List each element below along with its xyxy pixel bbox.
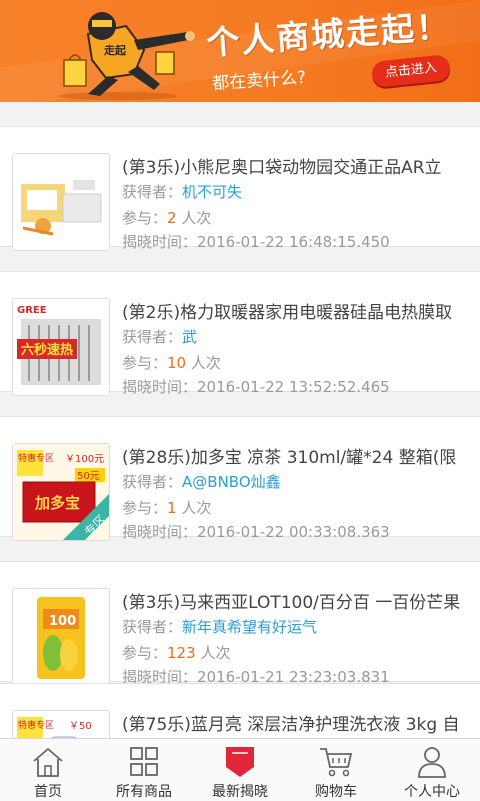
banner-subtitle: 都在卖什么? bbox=[211, 67, 307, 95]
list-item[interactable]: GREE 六秒速热 (第2乐)格力取暖器家用电暖器硅晶电热膜取 获得者：武 参与… bbox=[0, 271, 480, 396]
times-unit: 人次 bbox=[181, 499, 212, 517]
thumb-price: ￥100元 bbox=[65, 454, 104, 465]
winner-name[interactable]: 机不可失 bbox=[182, 183, 242, 201]
participants-row: 参与：2 人次 bbox=[122, 207, 211, 228]
winner-label: 获得者： bbox=[122, 328, 183, 346]
nav-cart-label: 购物车 bbox=[315, 784, 357, 800]
item-title: (第3乐)小熊尼奥口袋动物园交通正品AR立 bbox=[122, 158, 442, 178]
winner-name[interactable]: 新年真希望有好运气 bbox=[182, 618, 317, 636]
times-unit: 人次 bbox=[181, 209, 212, 227]
reveal-time: 2016-01-22 00:33:08.363 bbox=[197, 523, 390, 541]
list-item[interactable]: 100 (第3乐)马来西亚LOT100/百分百 一百份芒果 获得者：新年真希望有… bbox=[0, 561, 480, 686]
reveal-time-row: 揭晓时间：2016-01-22 13:52:52.465 bbox=[122, 376, 390, 397]
winner-row: 获得者：新年真希望有好运气 bbox=[122, 616, 317, 637]
participants-row: 参与：10 人次 bbox=[122, 352, 221, 373]
thumb-price: ￥50 bbox=[69, 721, 92, 732]
pennant-icon bbox=[226, 747, 254, 777]
nav-latest-reveal-label: 最新揭晓 bbox=[212, 784, 268, 800]
nav-profile-label: 个人中心 bbox=[404, 784, 460, 800]
winner-row: 获得者：武 bbox=[122, 326, 197, 347]
reveal-time-label: 揭晓时间： bbox=[122, 233, 198, 251]
times-unit: 人次 bbox=[190, 354, 221, 372]
participants-count: 2 bbox=[167, 209, 177, 227]
banner-cta-button[interactable]: 点击进入 bbox=[370, 53, 452, 89]
promo-banner[interactable]: 走起 个人商城走起！ 都在卖什么? 点击进入 bbox=[0, 0, 480, 102]
winner-label: 获得者： bbox=[122, 473, 183, 491]
tea-box-icon: 特惠专区 ￥100元 50元 加多宝 专区 bbox=[12, 443, 110, 541]
thumb-price2: 50元 bbox=[77, 471, 100, 482]
toy-box-icon bbox=[12, 153, 110, 251]
participants-row: 参与：1 人次 bbox=[122, 497, 211, 518]
winner-name[interactable]: A@BNBO灿鑫 bbox=[182, 473, 281, 491]
item-title: (第3乐)马来西亚LOT100/百分百 一百份芒果 bbox=[122, 593, 461, 613]
reveal-time-row: 揭晓时间：2016-01-22 00:33:08.363 bbox=[122, 521, 390, 542]
thumb-brand: GREE bbox=[17, 305, 47, 316]
participants-row: 参与：123 人次 bbox=[122, 642, 230, 663]
nav-home[interactable]: 首页 bbox=[0, 739, 96, 801]
reveal-time: 2016-01-22 13:52:52.465 bbox=[197, 378, 390, 396]
winner-name[interactable]: 武 bbox=[182, 328, 197, 346]
nav-all-products-label: 所有商品 bbox=[116, 784, 172, 800]
nav-home-label: 首页 bbox=[34, 784, 62, 800]
reveal-time-label: 揭晓时间： bbox=[122, 378, 198, 396]
nav-cart[interactable]: 购物车 bbox=[288, 739, 384, 801]
home-icon bbox=[33, 747, 63, 777]
participants-count: 1 bbox=[167, 499, 177, 517]
grid-icon bbox=[130, 747, 158, 776]
reveal-time: 2016-01-22 16:48:15.450 bbox=[197, 233, 390, 251]
item-title: (第75乐)蓝月亮 深层洁净护理洗衣液 3kg 自 bbox=[122, 715, 460, 735]
thumb-badge: 特惠专区 bbox=[18, 719, 54, 731]
winner-label: 获得者： bbox=[122, 618, 183, 636]
mango-candy-icon: 100 bbox=[12, 588, 110, 686]
participants-label: 参与： bbox=[122, 644, 168, 662]
banner-headline: 个人商城走起！ bbox=[205, 6, 453, 63]
list-item[interactable]: 特惠专区 ￥100元 50元 加多宝 专区 (第28乐)加多宝 凉茶 310ml… bbox=[0, 416, 480, 541]
bag-label: 走起 bbox=[103, 43, 127, 57]
participants-label: 参与： bbox=[122, 354, 168, 372]
banner-mascot-icon: 走起 bbox=[58, 12, 195, 100]
heater-icon: GREE 六秒速热 bbox=[12, 298, 110, 396]
item-title: (第28乐)加多宝 凉茶 310ml/罐*24 整箱(限 bbox=[122, 448, 457, 468]
item-title: (第2乐)格力取暖器家用电暖器硅晶电热膜取 bbox=[122, 303, 453, 323]
thumb-brand: 100 bbox=[49, 614, 76, 629]
winner-row: 获得者：A@BNBO灿鑫 bbox=[122, 471, 281, 492]
reveal-time-label: 揭晓时间： bbox=[122, 523, 198, 541]
participants-count: 10 bbox=[167, 354, 187, 372]
thumb-badge: 特惠专区 bbox=[18, 452, 54, 464]
thumb-brand: 加多宝 bbox=[34, 494, 80, 512]
detergent-icon: 特惠专区 ￥50 bbox=[12, 710, 110, 738]
list-item[interactable]: 特惠专区 ￥50 (第75乐)蓝月亮 深层洁净护理洗衣液 3kg 自 获得者： bbox=[0, 683, 480, 738]
winner-row: 获得者：机不可失 bbox=[122, 181, 242, 202]
user-icon bbox=[418, 747, 446, 778]
winner-label: 获得者： bbox=[122, 183, 183, 201]
cart-icon bbox=[320, 748, 353, 777]
results-list: (第3乐)小熊尼奥口袋动物园交通正品AR立 获得者：机不可失 参与：2 人次 揭… bbox=[0, 102, 480, 738]
participants-label: 参与： bbox=[122, 209, 168, 227]
reveal-time-row: 揭晓时间：2016-01-22 16:48:15.450 bbox=[122, 231, 390, 252]
thumb-text: 六秒速热 bbox=[21, 342, 73, 358]
nav-all-products[interactable]: 所有商品 bbox=[96, 739, 192, 801]
nav-latest-reveal[interactable]: 最新揭晓 bbox=[192, 739, 288, 801]
nav-profile[interactable]: 个人中心 bbox=[384, 739, 480, 801]
list-item[interactable]: (第3乐)小熊尼奥口袋动物园交通正品AR立 获得者：机不可失 参与：2 人次 揭… bbox=[0, 126, 480, 251]
participants-count: 123 bbox=[167, 644, 196, 662]
bottom-nav: 首页 所有商品 最新揭晓 购物车 个人中心 bbox=[0, 738, 480, 801]
participants-label: 参与： bbox=[122, 499, 168, 517]
times-unit: 人次 bbox=[200, 644, 231, 662]
